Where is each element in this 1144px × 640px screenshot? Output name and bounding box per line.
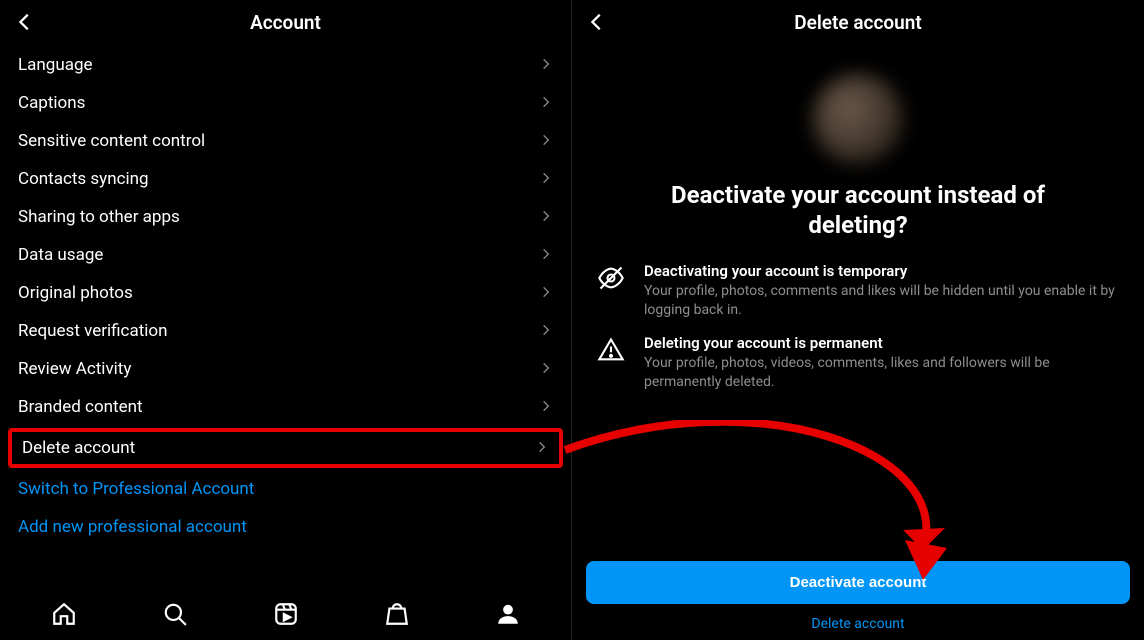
info-delete: Deleting your account is permanent Your … [586, 330, 1130, 402]
right-title: Delete account [794, 11, 921, 34]
reels-tab[interactable] [273, 601, 299, 627]
left-title: Account [250, 11, 321, 34]
profile-tab[interactable] [495, 601, 521, 627]
chevron-right-icon [539, 246, 553, 265]
row-label: Sensitive content control [18, 131, 205, 151]
chevron-right-icon [539, 94, 553, 113]
link-switch-professional[interactable]: Switch to Professional Account [0, 470, 571, 508]
info-delete-text: Deleting your account is permanent Your … [644, 334, 1122, 392]
link-label: Add new professional account [18, 517, 247, 537]
info-deactivate-text: Deactivating your account is temporary Y… [644, 262, 1122, 320]
info-deactivate-body: Your profile, photos, comments and likes… [644, 282, 1122, 320]
left-header: Account [0, 0, 571, 44]
home-tab[interactable] [51, 601, 77, 627]
settings-row-sensitive-content[interactable]: Sensitive content control [0, 122, 571, 160]
account-settings-pane: Account Language Captions Sensitive cont… [0, 0, 572, 640]
chevron-right-icon [539, 170, 553, 189]
shop-tab[interactable] [384, 601, 410, 627]
warning-icon [594, 334, 628, 392]
delete-account-pane: Delete account Deactivate your account i… [572, 0, 1144, 640]
right-header: Delete account [572, 0, 1144, 44]
row-label: Delete account [22, 438, 135, 458]
settings-row-request-verification[interactable]: Request verification [0, 312, 571, 350]
row-label: Data usage [18, 245, 103, 265]
bottom-actions: Deactivate account Delete account [572, 561, 1144, 640]
settings-row-captions[interactable]: Captions [0, 84, 571, 122]
right-content: Deactivate your account instead of delet… [572, 74, 1144, 402]
chevron-right-icon [539, 360, 553, 379]
bottom-tab-bar [0, 588, 571, 640]
settings-row-data-usage[interactable]: Data usage [0, 236, 571, 274]
settings-row-original-photos[interactable]: Original photos [0, 274, 571, 312]
row-label: Branded content [18, 397, 143, 417]
deactivate-button[interactable]: Deactivate account [586, 561, 1130, 604]
info-delete-title: Deleting your account is permanent [644, 334, 1122, 352]
row-label: Captions [18, 93, 85, 113]
chevron-right-icon [539, 398, 553, 417]
settings-row-sharing-apps[interactable]: Sharing to other apps [0, 198, 571, 236]
row-label: Original photos [18, 283, 133, 303]
settings-row-delete-account[interactable]: Delete account [8, 428, 563, 468]
row-label: Request verification [18, 321, 167, 341]
headline-text: Deactivate your account instead of delet… [586, 180, 1130, 240]
row-label: Contacts syncing [18, 169, 149, 189]
settings-row-review-activity[interactable]: Review Activity [0, 350, 571, 388]
info-delete-body: Your profile, photos, videos, comments, … [644, 354, 1122, 392]
info-deactivate: Deactivating your account is temporary Y… [586, 258, 1130, 330]
settings-row-contacts-syncing[interactable]: Contacts syncing [0, 160, 571, 198]
chevron-right-icon [539, 56, 553, 75]
settings-row-branded-content[interactable]: Branded content [0, 388, 571, 426]
info-deactivate-title: Deactivating your account is temporary [644, 262, 1122, 280]
row-label: Sharing to other apps [18, 207, 180, 227]
settings-list: Language Captions Sensitive content cont… [0, 46, 571, 546]
row-label: Review Activity [18, 359, 131, 379]
chevron-right-icon [535, 439, 549, 458]
chevron-right-icon [539, 284, 553, 303]
eye-off-icon [594, 262, 628, 320]
link-label: Switch to Professional Account [18, 479, 254, 499]
chevron-right-icon [539, 132, 553, 151]
back-button[interactable] [586, 11, 608, 33]
link-add-professional[interactable]: Add new professional account [0, 508, 571, 546]
chevron-right-icon [539, 208, 553, 227]
back-button[interactable] [14, 11, 36, 33]
row-label: Language [18, 55, 93, 75]
search-tab[interactable] [162, 601, 188, 627]
settings-row-language[interactable]: Language [0, 46, 571, 84]
chevron-right-icon [539, 322, 553, 341]
delete-account-link[interactable]: Delete account [586, 616, 1130, 634]
profile-avatar [813, 74, 903, 164]
